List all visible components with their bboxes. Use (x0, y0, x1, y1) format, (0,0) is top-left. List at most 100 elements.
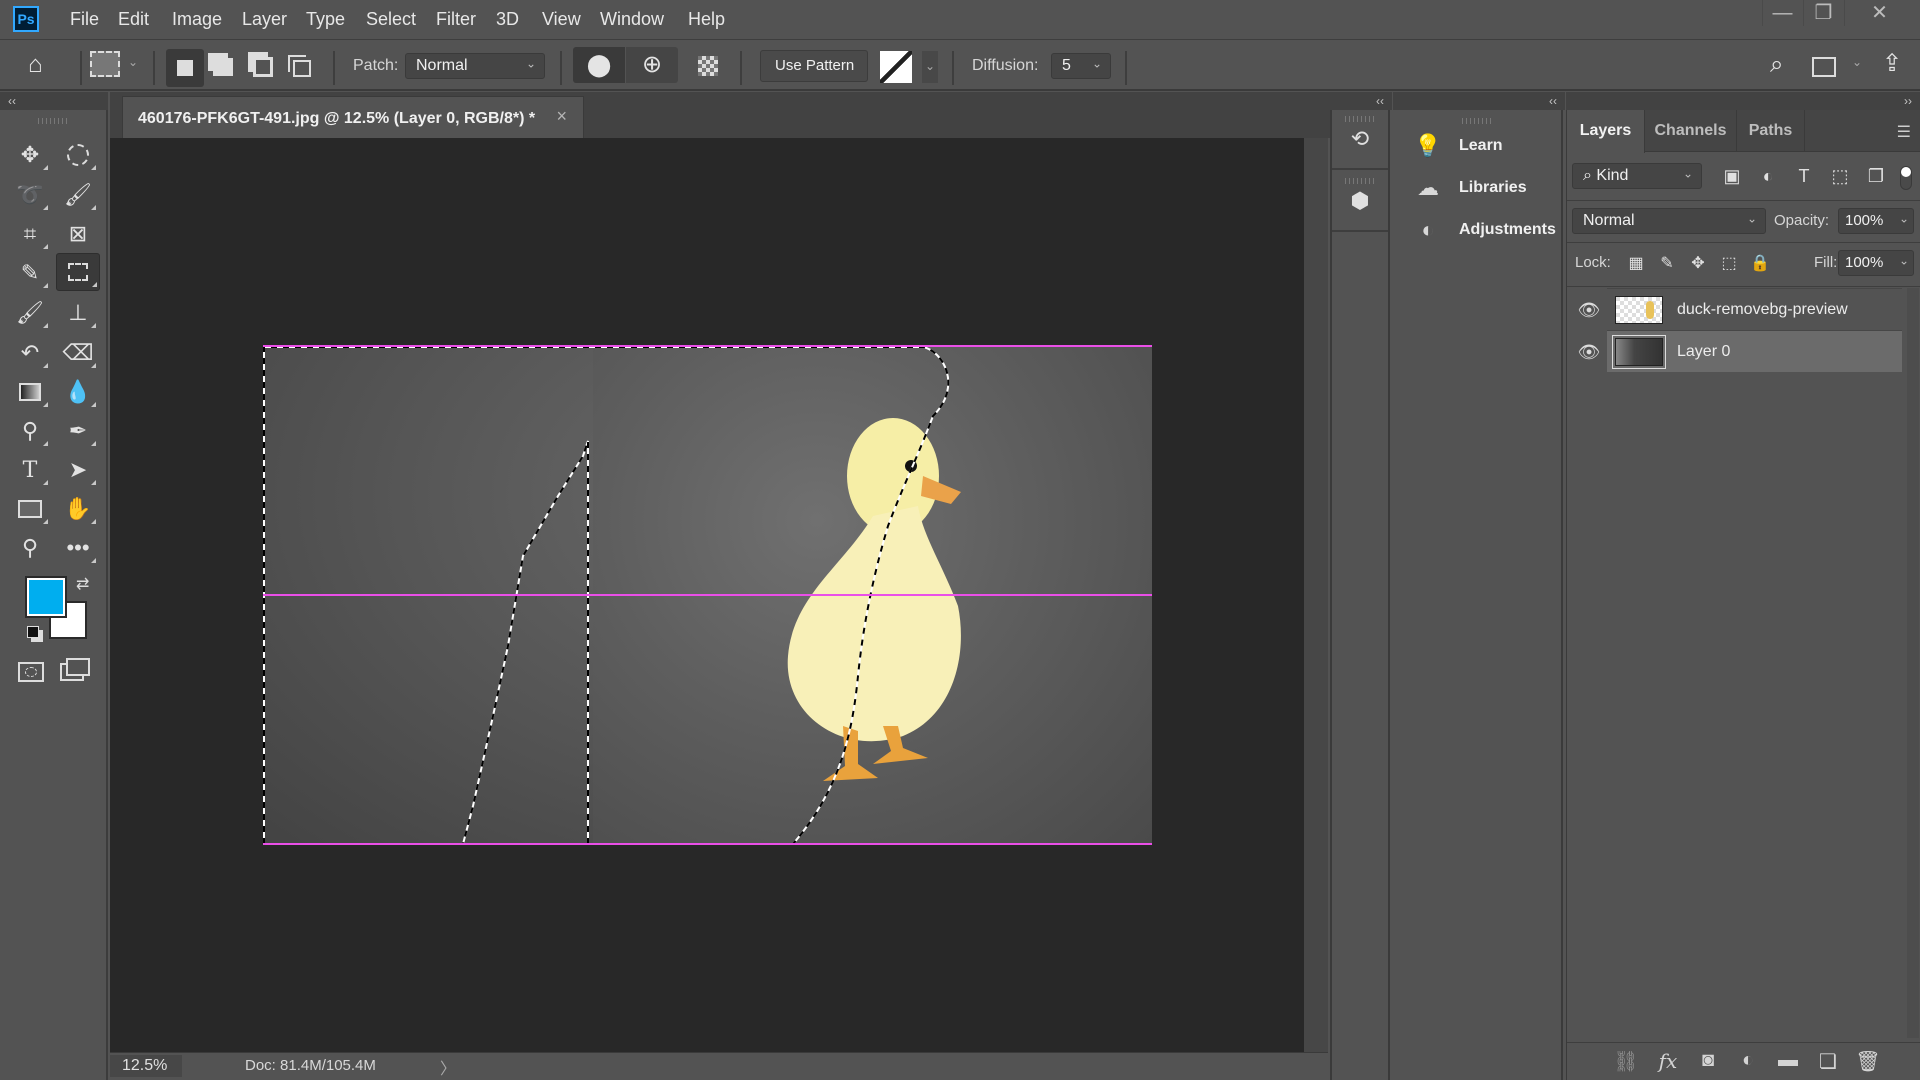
menu-select[interactable]: Select (366, 9, 416, 30)
grip-handle[interactable] (38, 118, 68, 124)
hand-tool[interactable]: ✋ (58, 491, 98, 527)
quick-selection-tool[interactable]: 🖌 (58, 177, 98, 213)
eyedropper-tool[interactable]: ✎ (10, 255, 50, 291)
lock-artboard-icon[interactable]: ⬚ (1717, 253, 1741, 273)
guide-middle[interactable] (263, 594, 1152, 596)
layers-panel-collapse[interactable]: ›› (1566, 92, 1920, 110)
subtract-from-selection-button[interactable] (253, 57, 273, 77)
chevron-down-icon[interactable]: ⌄ (1852, 55, 1862, 69)
zoom-level-field[interactable]: 12.5% (110, 1055, 182, 1077)
edit-toolbar-button[interactable]: ••• (58, 530, 98, 566)
tab-layers[interactable]: Layers (1567, 110, 1645, 153)
vertical-scrollbar[interactable] (1304, 138, 1328, 1052)
type-layer-filter-icon[interactable]: T (1792, 166, 1816, 187)
3d-panel-button[interactable]: ⬢ (1332, 172, 1388, 232)
gradient-tool[interactable] (10, 374, 50, 410)
canvas-area[interactable] (110, 138, 1304, 1052)
lasso-tool[interactable]: ➰ (10, 177, 50, 213)
menu-window[interactable]: Window (600, 9, 664, 30)
new-layer-icon[interactable]: ❏ (1815, 1049, 1841, 1074)
menu-edit[interactable]: Edit (118, 9, 149, 30)
lock-image-pixels-icon[interactable]: ✎ (1655, 253, 1679, 273)
pixel-layer-filter-icon[interactable]: ▣ (1720, 166, 1744, 187)
minimize-button[interactable]: — (1762, 0, 1802, 26)
pattern-picker-chevron[interactable]: ⌄ (922, 51, 938, 83)
new-group-folder-icon[interactable]: ▬ (1775, 1049, 1801, 1072)
zoom-tool[interactable]: ⚲ (10, 530, 50, 566)
libraries-panel-button[interactable]: ☁ Libraries (1413, 172, 1527, 204)
fill-field[interactable]: 100% ⌄ (1838, 250, 1914, 276)
share-icon[interactable]: ⇪ (1882, 49, 1902, 78)
link-layers-icon[interactable]: ⛓ (1613, 1049, 1639, 1074)
layers-scrollbar[interactable] (1907, 288, 1919, 1038)
foreground-color-swatch[interactable] (25, 576, 67, 618)
menu-help[interactable]: Help (688, 9, 725, 30)
lock-all-icon[interactable]: 🔒 (1748, 253, 1772, 273)
delete-layer-trash-icon[interactable]: 🗑 (1855, 1049, 1881, 1074)
guide-bottom[interactable] (263, 843, 1152, 845)
rectangle-tool[interactable] (10, 491, 50, 527)
patch-tool-preset-icon[interactable] (90, 51, 120, 77)
filter-toggle[interactable] (1900, 166, 1912, 190)
destination-button[interactable]: ⊕ (626, 47, 678, 83)
close-button[interactable]: ✕ (1844, 0, 1914, 26)
layer-name[interactable]: Layer 0 (1677, 343, 1730, 361)
history-panel-button[interactable]: ⟲ (1332, 110, 1388, 170)
layer-style-fx-icon[interactable]: fx (1655, 1049, 1681, 1073)
path-selection-tool[interactable]: ➤ (58, 452, 98, 488)
swap-colors-icon[interactable]: ⇄ (76, 574, 89, 594)
opacity-field[interactable]: 100% ⌄ (1838, 208, 1914, 234)
transparent-checker-icon[interactable] (698, 56, 718, 76)
search-icon[interactable]: ⌕ (1770, 51, 1783, 79)
default-colors-icon[interactable] (27, 626, 39, 638)
lock-position-icon[interactable]: ✥ (1686, 253, 1710, 273)
menu-filter[interactable]: Filter (436, 9, 476, 30)
adjustment-layer-filter-icon[interactable]: ◐ (1756, 166, 1780, 187)
restore-button[interactable]: ❐ (1803, 0, 1843, 26)
adjustments-panel-button[interactable]: ◐ Adjustments (1413, 214, 1556, 246)
visibility-eye-icon[interactable]: 👁 (1569, 331, 1609, 373)
pen-tool[interactable]: ✒ (58, 413, 98, 449)
add-mask-icon[interactable]: ◙ (1695, 1049, 1721, 1072)
crop-tool[interactable]: ⌗ (10, 216, 50, 252)
menu-image[interactable]: Image (172, 9, 222, 30)
dock-collapse[interactable]: ‹‹ (1330, 92, 1392, 110)
quick-mask-button[interactable] (18, 662, 44, 682)
layer-name[interactable]: duck-removebg-preview (1677, 301, 1848, 319)
frame-tool[interactable]: ⊠ (58, 216, 98, 252)
blend-mode-dropdown[interactable]: Normal ⌄ (1572, 208, 1766, 234)
lock-transparent-pixels-icon[interactable]: ▦ (1624, 253, 1648, 273)
grip-handle[interactable] (1462, 118, 1492, 124)
document-tab[interactable]: 460176-PFK6GT-491.jpg @ 12.5% (Layer 0, … (122, 96, 584, 138)
patch-tool[interactable] (56, 253, 100, 291)
panel-menu-icon[interactable]: ☰ (1897, 122, 1911, 142)
status-menu-arrow[interactable]: 〉 (440, 1055, 456, 1079)
close-tab-icon[interactable]: × (556, 106, 567, 127)
patch-mode-dropdown[interactable]: Normal ⌄ (405, 53, 545, 79)
tab-channels[interactable]: Channels (1645, 110, 1737, 152)
learn-panel-collapse[interactable]: ‹‹ (1393, 92, 1565, 110)
elliptical-marquee-tool[interactable] (58, 137, 98, 173)
learn-panel-button[interactable]: 💡 Learn (1413, 130, 1502, 162)
blur-tool[interactable]: 💧 (58, 374, 98, 410)
add-to-selection-button[interactable] (213, 58, 233, 76)
source-button[interactable]: ⬤ (573, 47, 625, 83)
toolbar-collapse[interactable]: ‹‹ (0, 92, 108, 110)
shape-layer-filter-icon[interactable]: ⬚ (1828, 166, 1852, 187)
chevron-down-icon[interactable]: ⌄ (128, 55, 138, 69)
guide-top[interactable] (263, 345, 1152, 347)
new-adjustment-layer-icon[interactable]: ◐ (1735, 1049, 1761, 1072)
menu-file[interactable]: File (70, 9, 99, 30)
clone-stamp-tool[interactable]: ⊥ (58, 295, 98, 331)
eraser-tool[interactable]: ⌫ (58, 335, 98, 371)
move-tool[interactable]: ✥ (10, 137, 50, 173)
screen-mode-button[interactable] (66, 658, 90, 676)
menu-view[interactable]: View (542, 9, 581, 30)
workspace-icon[interactable] (1812, 57, 1836, 77)
menu-3d[interactable]: 3D (496, 9, 519, 30)
tab-paths[interactable]: Paths (1737, 110, 1805, 152)
intersect-with-selection-button[interactable] (293, 60, 311, 77)
menu-layer[interactable]: Layer (242, 9, 287, 30)
new-selection-button[interactable] (166, 49, 204, 87)
brush-tool[interactable]: 🖌 (10, 295, 50, 331)
